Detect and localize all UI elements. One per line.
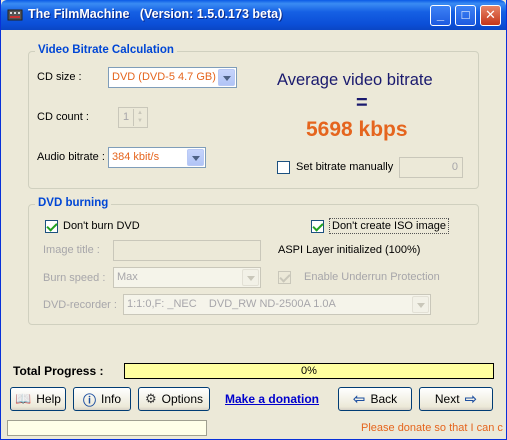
- average-bitrate-heading: Average video bitrate: [277, 71, 433, 89]
- dont-create-iso-checkbox[interactable]: [311, 220, 324, 233]
- cd-count-label: CD count :: [37, 111, 89, 123]
- cd-size-select[interactable]: DVD (DVD-5 4.7 GB): [108, 67, 237, 88]
- total-progress-label: Total Progress :: [13, 364, 104, 378]
- dont-burn-dvd-label[interactable]: Don't burn DVD: [63, 220, 140, 232]
- video-bitrate-group-title: Video Bitrate Calculation: [35, 44, 177, 56]
- underrun-protection-label[interactable]: Enable Underrun Protection: [304, 271, 440, 283]
- dont-burn-dvd-checkbox[interactable]: [45, 220, 58, 233]
- set-bitrate-manually-label[interactable]: Set bitrate manually: [296, 161, 393, 173]
- chevron-down-icon[interactable]: [218, 69, 235, 86]
- status-bar: Please donate so that I can co: [4, 419, 503, 437]
- back-button[interactable]: ⇦ Back: [338, 387, 412, 411]
- make-donation-link[interactable]: Make a donation: [225, 392, 319, 406]
- dvd-recorder-value: 1:1:0,F: _NEC DVD_RW ND-2500A 1.0A: [127, 298, 336, 310]
- dvd-burning-group: DVD burning Don't burn DVD Don't create …: [28, 197, 479, 325]
- info-button[interactable]: ⓘ Info: [73, 387, 131, 411]
- minimize-button[interactable]: _: [430, 5, 451, 26]
- chevron-down-icon[interactable]: [242, 269, 259, 286]
- audio-bitrate-value: 384 kbit/s: [112, 151, 160, 163]
- manual-bitrate-value: 0: [451, 161, 458, 173]
- help-button-label: Help: [36, 392, 61, 406]
- next-button[interactable]: Next ⇨: [419, 387, 493, 411]
- progress-percent: 0%: [301, 365, 317, 377]
- equals-sign: =: [356, 92, 368, 114]
- burn-speed-label: Burn speed :: [43, 272, 106, 284]
- maximize-icon: □: [461, 7, 470, 22]
- dvd-recorder-label: DVD-recorder :: [43, 299, 117, 311]
- status-panel: [7, 420, 207, 436]
- window-title: The FilmMachine (Version: 1.5.0.173 beta…: [28, 7, 283, 21]
- spinner-arrows-icon[interactable]: ▲ ▼: [133, 109, 146, 126]
- audio-bitrate-select[interactable]: 384 kbit/s: [108, 147, 206, 168]
- info-button-label: Info: [101, 392, 122, 406]
- aspi-status-text: ASPI Layer initialized (100%): [278, 244, 421, 256]
- options-icon: ⚙: [144, 391, 157, 406]
- image-title-label: Image title :: [43, 244, 100, 256]
- bitrate-result: 5698 kbps: [306, 118, 408, 141]
- dvd-recorder-select[interactable]: 1:1:0,F: _NEC DVD_RW ND-2500A 1.0A: [123, 294, 431, 315]
- app-window: The FilmMachine (Version: 1.5.0.173 beta…: [0, 0, 507, 440]
- dvd-burning-group-title: DVD burning: [35, 197, 112, 209]
- chevron-down-icon[interactable]: [412, 296, 429, 313]
- close-icon: ✕: [485, 7, 496, 22]
- back-button-label: Back: [370, 392, 398, 406]
- underrun-protection-checkbox[interactable]: [278, 271, 291, 284]
- set-bitrate-manually-checkbox[interactable]: [277, 161, 290, 174]
- total-progress-bar: 0%: [124, 363, 494, 379]
- filmmachine-app-icon: [7, 9, 23, 21]
- chevron-down-icon[interactable]: [187, 149, 204, 166]
- options-button-label: Options: [161, 392, 203, 406]
- client-area: Video Bitrate Calculation CD size : DVD …: [4, 30, 503, 437]
- burn-speed-select[interactable]: Max: [113, 267, 261, 288]
- image-title-input[interactable]: [113, 240, 261, 261]
- video-bitrate-group: Video Bitrate Calculation CD size : DVD …: [28, 44, 479, 189]
- next-button-label: Next: [434, 392, 460, 406]
- cd-size-value: DVD (DVD-5 4.7 GB): [112, 71, 216, 83]
- back-arrow-icon: ⇦: [352, 391, 366, 408]
- info-icon: ⓘ: [82, 392, 96, 408]
- maximize-button[interactable]: □: [455, 5, 476, 26]
- next-arrow-icon: ⇨: [464, 391, 478, 408]
- audio-bitrate-label: Audio bitrate :: [37, 151, 105, 163]
- help-button[interactable]: 📖 Help: [10, 387, 66, 411]
- cd-count-value: 1: [123, 111, 130, 123]
- book-help-icon: 📖: [15, 391, 32, 406]
- donate-message: Please donate so that I can co: [361, 422, 503, 434]
- dont-create-iso-label[interactable]: Don't create ISO image: [329, 218, 449, 234]
- minimize-icon: _: [436, 7, 445, 22]
- close-button[interactable]: ✕: [480, 5, 501, 26]
- manual-bitrate-input[interactable]: 0: [399, 157, 463, 178]
- options-button[interactable]: ⚙ Options: [138, 387, 210, 411]
- burn-speed-value: Max: [117, 271, 138, 283]
- cd-size-label: CD size :: [37, 71, 82, 83]
- title-bar[interactable]: The FilmMachine (Version: 1.5.0.173 beta…: [1, 0, 506, 30]
- cd-count-spinner[interactable]: 1 ▲ ▼: [118, 107, 148, 128]
